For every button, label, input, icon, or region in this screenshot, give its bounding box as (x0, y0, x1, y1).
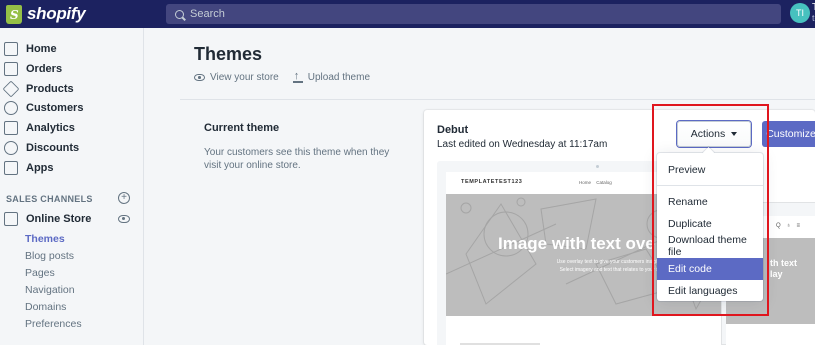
preview-nav: Home Catalog (579, 180, 612, 185)
sidebar-item-label: Products (26, 83, 74, 95)
sidebar-subitem-preferences[interactable]: Preferences (25, 318, 82, 330)
mobile-hero-heading: th text lay (770, 258, 797, 280)
eye-icon[interactable] (118, 215, 130, 223)
section-divider (180, 99, 815, 100)
sidebar-item-discounts[interactable]: Discounts (4, 139, 79, 157)
sidebar-item-label: Orders (26, 63, 63, 75)
brand-name: shopify (27, 4, 86, 23)
shopify-logo[interactable]: shopify (6, 4, 86, 24)
person-icon (4, 101, 18, 115)
sidebar-subitem-domains[interactable]: Domains (25, 301, 66, 313)
store-icon (4, 212, 18, 226)
current-theme-heading: Current theme (204, 122, 280, 134)
sidebar-item-label: Apps (26, 162, 54, 174)
sidebar-item-label: Home (26, 43, 57, 55)
avatar[interactable]: TI (790, 3, 810, 23)
orders-icon (4, 62, 18, 76)
sidebar-item-online-store[interactable]: Online Store (4, 210, 91, 228)
tag-icon (2, 80, 20, 98)
customize-button[interactable]: Customize (762, 121, 815, 147)
apps-icon (4, 161, 18, 175)
discount-icon (4, 141, 18, 155)
page-title: Themes (194, 44, 263, 64)
camera-dot (596, 165, 599, 168)
view-store-label: View your store (210, 72, 279, 83)
bar-chart-icon (4, 121, 18, 135)
theme-name: Debut (437, 124, 469, 136)
search-input[interactable]: Search (166, 4, 781, 24)
sidebar-item-analytics[interactable]: Analytics (4, 119, 75, 137)
add-channel-plus-icon[interactable]: + (118, 192, 130, 204)
sidebar-subitem-navigation[interactable]: Navigation (25, 284, 75, 296)
search-icon (175, 9, 184, 19)
preview-brand: TEMPLATETEST123 (461, 179, 523, 185)
eye-icon (194, 74, 205, 81)
shopify-bag-icon (6, 4, 22, 24)
sidebar-item-label: Discounts (26, 142, 80, 154)
sidebar-item-home[interactable]: Home (4, 40, 57, 58)
mobile-header-icons: Q ♁ ≡ (776, 223, 803, 229)
view-store-link[interactable]: View your store (194, 72, 279, 83)
sidebar-item-apps[interactable]: Apps (4, 159, 54, 177)
sidebar-item-products[interactable]: Products (2, 80, 74, 98)
sidebar-item-label: Online Store (26, 213, 92, 225)
theme-last-edited: Last edited on Wednesday at 11:17am (437, 139, 608, 150)
sidebar-item-orders[interactable]: Orders (4, 60, 62, 78)
sidebar-item-label: Analytics (26, 122, 75, 134)
upload-theme-label: Upload theme (307, 72, 371, 83)
sidebar-subitem-pages[interactable]: Pages (25, 267, 55, 279)
search-placeholder: Search (190, 8, 225, 20)
sidebar-item-customers[interactable]: Customers (4, 99, 83, 117)
upload-theme-link[interactable]: Upload theme (292, 70, 371, 83)
mobile-hero-heading-line: lay (770, 269, 783, 279)
sales-channels-label: SALES CHANNELS (6, 194, 93, 204)
top-bar: shopify Search TI Te te (0, 0, 815, 28)
home-icon (4, 42, 18, 56)
mobile-hero-heading-line: th text (770, 258, 797, 268)
sidebar-subitem-themes[interactable]: Themes (25, 233, 65, 245)
annotation-highlight-box (652, 104, 769, 316)
upload-icon (292, 70, 303, 83)
sidebar-item-label: Customers (26, 102, 84, 114)
page-actions: View your store Upload theme (194, 70, 371, 83)
sidebar-subitem-blog-posts[interactable]: Blog posts (25, 250, 74, 262)
current-theme-description: Your customers see this theme when they … (204, 147, 390, 171)
preview-hero-heading: Image with text ove (498, 234, 655, 253)
